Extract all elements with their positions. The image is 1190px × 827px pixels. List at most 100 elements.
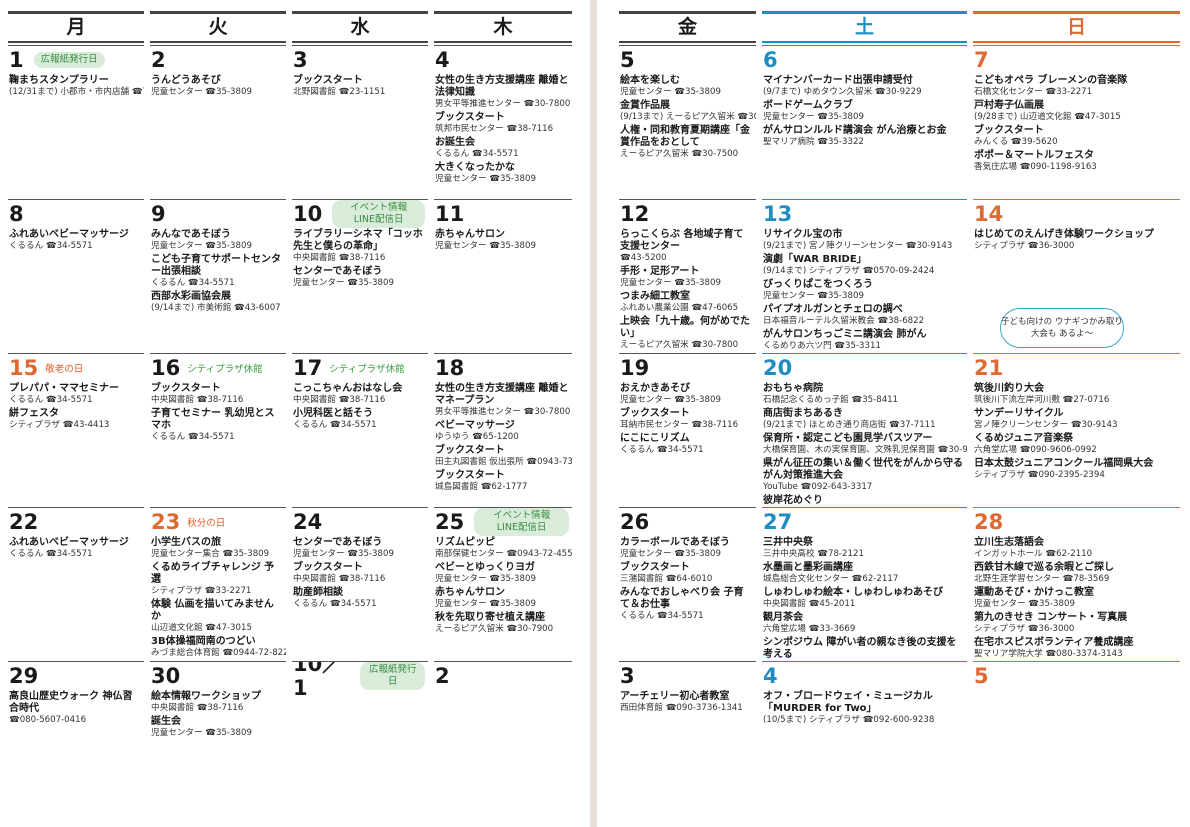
event-detail: 児童センター ☎35-3809 — [620, 87, 721, 97]
day-header: 3 — [293, 48, 425, 72]
event-title: お誕生会 — [435, 137, 475, 148]
event-item: 鞠まちスタンプラリー(12/31まで) 小郡市・市内店舗 ☎73-9103 — [9, 75, 144, 98]
day-cell: 22 ふれあいベビーマッサージ くるるん ☎34-5571 — [8, 507, 144, 660]
event-detail: 田主丸図書館 仮出張所 ☎0943-73-4031 — [435, 457, 572, 467]
event-detail: シティプラザ ☎090-2395-2394 — [974, 470, 1105, 480]
event-item: ブックスタート 北野図書館 ☎23-1151 — [293, 75, 425, 98]
event-title: 絵本を楽しむ — [620, 75, 680, 86]
event-detail: くるるん ☎34-5571 — [151, 278, 235, 288]
event-title: みんなであそぼう — [151, 229, 231, 240]
day-header: 24 — [293, 510, 425, 534]
day-cell: 25 イベント情報 LINE配信日 リズムピッピ 南部保健センター ☎0943-72-… — [434, 507, 572, 660]
event-detail: 城島総合文化センター ☎62-2117 — [763, 574, 899, 584]
event-item: 女性の生き方支援講座 離婚とマネープラン 男女平等推進センター ☎30-7800 — [435, 383, 570, 418]
event-title: 三井中央祭 — [763, 537, 813, 548]
event-item: 助産師相談 くるるん ☎34-5571 — [293, 587, 425, 610]
event-detail: くるるん ☎34-5571 — [620, 611, 704, 621]
event-item: みんなでおしゃべり会 子育て＆お仕事 くるるん ☎34-5571 — [620, 587, 753, 622]
event-title: 秋を先取り寄せ植え講座 — [435, 612, 545, 623]
holiday-label: 秋分の日 — [187, 518, 226, 529]
day-cell: 3 ブックスタート 北野図書館 ☎23-1151 — [292, 45, 428, 198]
event-item: はじめてのえんげき体験ワークショップ シティプラザ ☎36-3000 — [974, 229, 1177, 252]
day-number: 13 — [763, 202, 793, 226]
event-title: 体験 仏画を描いてみませんか — [151, 599, 274, 622]
day-header: 4 — [435, 48, 569, 72]
day-cell: 5 — [973, 661, 1180, 821]
event-detail: 香気庄広場 ☎090-1198-9163 — [974, 162, 1097, 172]
event-item: 大きくなったかな 児童センター ☎35-3809 — [435, 162, 569, 185]
event-item: くるめライブチャレンジ 予選 シティプラザ ☎33-2271 — [151, 562, 283, 597]
day-cell: 28 立川生志落語会 インガットホール ☎62-2110 西鉄甘木線で巡る余暇とご探し… — [973, 507, 1180, 660]
event-item: センターであそぼう 児童センター ☎35-3809 — [293, 537, 425, 560]
event-detail: 児童センター ☎35-3809 — [435, 174, 536, 184]
event-item: 高良山歴史ウォーク 神仏習合時代 ☎080-5607-0416 — [9, 691, 141, 726]
day-cell: 27 三井中央祭 三井中央高校 ☎78-2121 水墨画と墨彩画講座 城島総合文化センタ… — [762, 507, 967, 660]
event-title: 運動あそび・かけっこ教室 — [974, 587, 1094, 598]
day-number: 30 — [151, 664, 181, 688]
closure-label: シティプラザ休館 — [329, 364, 405, 375]
day-header: 12 — [620, 202, 753, 226]
event-detail: 西田体育館 ☎090-3736-1341 — [620, 703, 743, 713]
event-item: 3B体操福岡南のつどい みづま総合体育館 ☎0944-72-8220 — [151, 636, 286, 659]
day-cell: 9 みんなであそぼう 児童センター ☎35-3809 こども子育てサポートセンター出張… — [150, 199, 286, 352]
event-item: 演劇「WAR BRIDE」 (9/14まで) シティプラザ ☎0570-09-24… — [763, 254, 964, 277]
day-cell: 13 リサイクル宝の市 (9/21まで) 宮ノ陣クリーンセンター ☎30-9143 演… — [762, 199, 967, 352]
event-title: ブックスタート — [435, 470, 505, 481]
event-item: 西部水彩画協会展 (9/14まで) 市美術館 ☎43-6007 — [151, 291, 283, 314]
weekday-header: 金 — [619, 11, 756, 43]
event-item: 金賞作品展(9/13まで) えーるピア久留米 ☎30-7500 — [620, 100, 756, 123]
event-detail: 北野図書館 ☎23-1151 — [293, 87, 386, 97]
event-title: 保育所・認定こども園見学バスツアー — [763, 433, 933, 444]
event-detail: 北野生涯学習センター ☎78-3569 — [974, 574, 1110, 584]
event-title: らっこくらぶ 各地域子育て支援センター — [620, 229, 744, 252]
day-number: 2 — [151, 48, 166, 72]
event-title: くるめライブチャレンジ 予選 — [151, 562, 275, 585]
day-number: 7 — [974, 48, 989, 72]
event-title: 第九のきせき コンサート・写真展 — [974, 612, 1128, 623]
event-item: がんサロンルルド講演会 がん治療とお金 聖マリア病院 ☎35-3322 — [763, 125, 964, 148]
event-detail: ゆうゆう ☎65-1200 — [435, 432, 519, 442]
event-detail: シティプラザ ☎36-3000 — [974, 241, 1075, 251]
event-title: ブックスタート — [435, 112, 505, 123]
day-cell: 4 女性の生き方支援講座 離婚と法律知識 男女平等推進センター ☎30-7800 ブッ… — [434, 45, 572, 198]
event-detail: 三井中央高校 ☎78-2121 — [763, 549, 864, 559]
event-item: お誕生会 くるるん ☎34-5571 — [435, 137, 569, 160]
event-title: 立川生志落語会 — [974, 537, 1044, 548]
event-item: ふれあいベビーマッサージ くるるん ☎34-5571 — [9, 537, 141, 560]
event-detail: 南部保健センター ☎0943-72-4550 — [435, 549, 572, 559]
event-item: こどもオペラ ブレーメンの音楽隊 石橋文化センター ☎33-2271 — [974, 75, 1177, 98]
event-detail: (9/7まで) ゆめタウン久留米 ☎30-9229 — [763, 87, 922, 97]
event-title: 絣フェスタ — [9, 408, 59, 419]
event-item: マイナンバーカード出張申請受付 (9/7まで) ゆめタウン久留米 ☎30-9229 — [763, 75, 964, 98]
event-detail: 児童センター ☎35-3809 — [293, 278, 394, 288]
event-detail: シティプラザ ☎33-2271 — [151, 586, 252, 596]
day-cell: 20 おもちゃ病院 石橋記念くるめっ子館 ☎35-8411 商店街まちあるき (9/21… — [762, 353, 967, 506]
day-header: 14 — [974, 202, 1177, 226]
event-item: ブックスタート 中央図書館 ☎38-7116 — [293, 562, 425, 585]
event-title: ブックスタート — [435, 445, 505, 456]
day-cell: 2 うんどうあそび 児童センター ☎35-3809 — [150, 45, 286, 198]
event-detail: 児童センター ☎35-3809 — [435, 574, 536, 584]
day-header: 25 イベント情報 LINE配信日 — [435, 508, 569, 536]
day-number: 10／1 — [293, 661, 344, 700]
event-detail: くるるん ☎34-5571 — [435, 149, 519, 159]
event-item: 筑後川釣り大会 筑後川下流左岸河川敷 ☎27-0716 — [974, 383, 1177, 406]
event-item: サンデーリサイクル 宮ノ陣クリーンセンター ☎30-9143 — [974, 408, 1177, 431]
event-detail: 六角堂広場 ☎33-3669 — [763, 624, 856, 634]
event-detail: (9/21まで) ほとめき通り商店街 ☎37-7111 — [763, 420, 936, 430]
event-detail: 中央図書館 ☎38-7116 — [151, 395, 244, 405]
event-title: センターであそぼう — [293, 537, 383, 548]
event-detail: 中央図書館 ☎38-7116 — [293, 253, 386, 263]
event-item: 三井中央祭 三井中央高校 ☎78-2121 — [763, 537, 964, 560]
event-title: ベビーとゆっくりヨガ — [435, 562, 535, 573]
event-detail: 中央図書館 ☎38-7116 — [293, 574, 386, 584]
event-item: 赤ちゃんサロン 児童センター ☎35-3809 — [435, 587, 569, 610]
day-header: 10 イベント情報 LINE配信日 — [293, 200, 425, 228]
event-item: ベビーとゆっくりヨガ 児童センター ☎35-3809 — [435, 562, 569, 585]
event-item: みんなであそぼう 児童センター ☎35-3809 — [151, 229, 283, 252]
event-item: 西鉄甘木線で巡る余暇とご探し 北野生涯学習センター ☎78-3569 — [974, 562, 1177, 585]
event-title: 赤ちゃんサロン — [435, 229, 505, 240]
event-item: がんサロンちっごミニ講演会 肺がん くるめりあ六ツ門 ☎35-3311 — [763, 329, 964, 352]
event-item: にこにこリズム くるるん ☎34-5571 — [620, 433, 753, 456]
event-detail: 筑邦市民センター ☎38-7116 — [435, 124, 554, 134]
